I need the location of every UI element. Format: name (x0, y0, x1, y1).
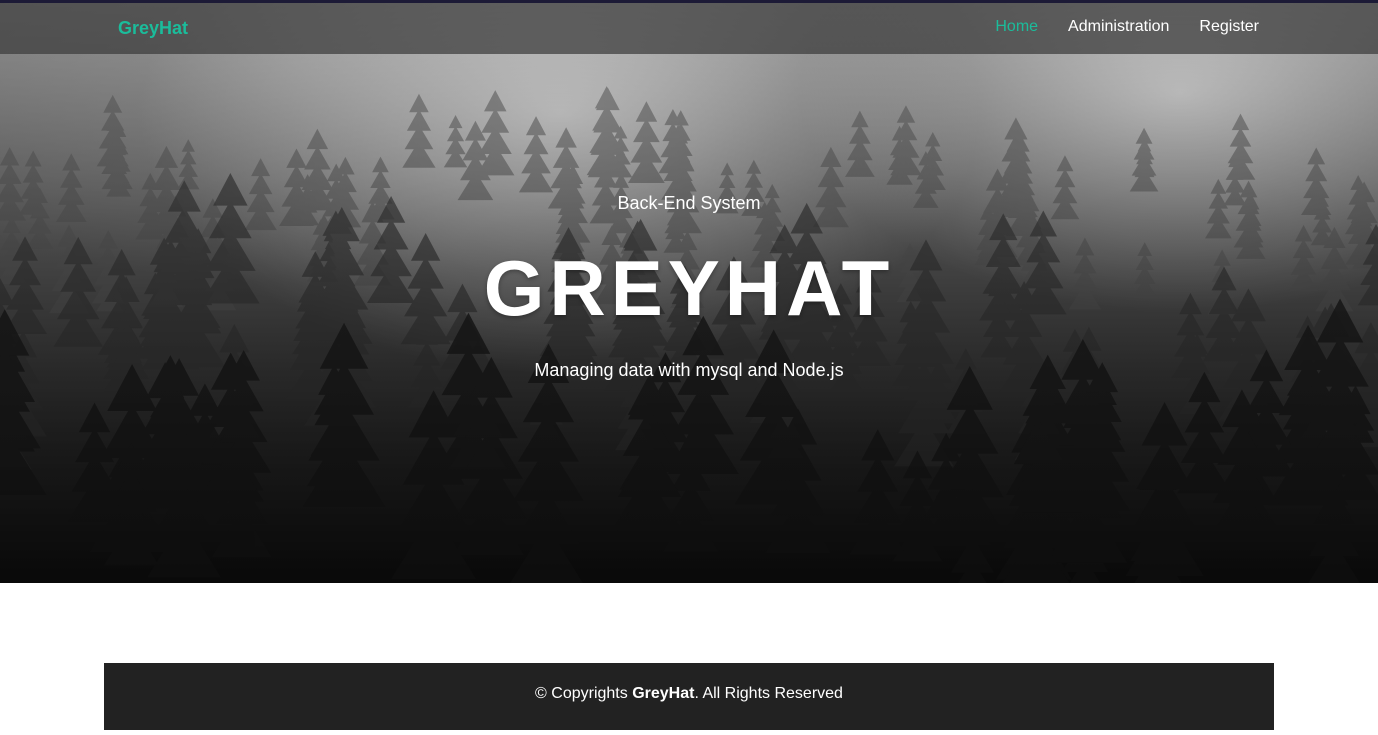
footer: © Copyrights GreyHat. All Rights Reserve… (104, 663, 1274, 730)
hero-banner: Back-End System GREYHAT Managing data wi… (0, 3, 1378, 583)
footer-suffix: . All Rights Reserved (694, 685, 843, 702)
hero-title: GREYHAT (483, 244, 895, 332)
top-navbar: GreyHat Home Administration Register (0, 3, 1378, 54)
nav-item-register[interactable]: Register (1199, 18, 1259, 36)
hero-subtitle: Back-End System (617, 193, 761, 213)
footer-brand: GreyHat (632, 685, 695, 702)
hero-tagline: Managing data with mysql and Node.js (534, 360, 844, 380)
footer-prefix: © Copyrights (535, 685, 633, 702)
nav-menu: Home Administration Register (995, 18, 1259, 36)
nav-item-home[interactable]: Home (995, 18, 1038, 36)
footer-copyright: © Copyrights GreyHat. All Rights Reserve… (104, 685, 1274, 703)
brand-link[interactable]: GreyHat (118, 18, 188, 39)
nav-item-administration[interactable]: Administration (1068, 18, 1169, 36)
